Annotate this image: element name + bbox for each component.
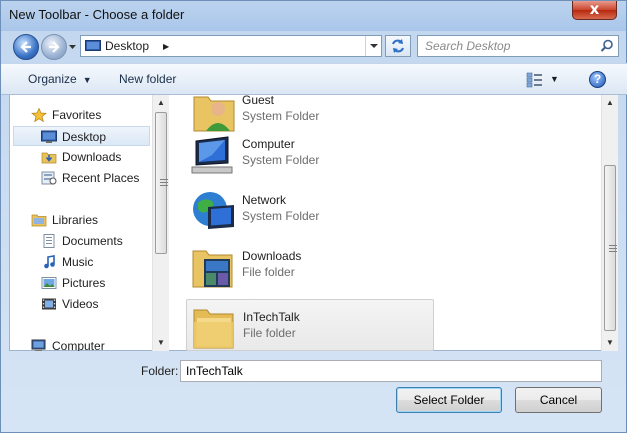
desktop-icon	[85, 40, 101, 51]
sidebar-item-label: Videos	[62, 297, 99, 311]
chevron-down-icon	[370, 44, 378, 48]
close-icon: x	[589, 0, 600, 18]
cancel-button[interactable]: Cancel	[515, 387, 602, 413]
folder-dialog: New Toolbar - Choose a folder x Desktop …	[0, 0, 627, 433]
history-dropdown-icon[interactable]	[68, 43, 77, 51]
sidebar-item-desktop[interactable]: Desktop	[13, 126, 150, 146]
pictures-icon	[41, 277, 57, 289]
sidebar-item-label: Pictures	[62, 276, 106, 290]
scroll-down-icon[interactable]: ▼	[153, 335, 169, 351]
content-area: Favorites Desktop Downloads Recent Place…	[9, 95, 618, 351]
address-text[interactable]: Desktop	[105, 39, 149, 53]
file-item-intechtalk[interactable]: InTechTalk File folder	[186, 299, 434, 351]
window-title: New Toolbar - Choose a folder	[9, 7, 185, 22]
search-icon[interactable]	[600, 39, 614, 53]
sidebar-item-label: Music	[62, 255, 94, 269]
folder-name-input[interactable]	[180, 360, 602, 382]
downloads-folder-icon	[192, 250, 233, 288]
documents-icon	[43, 234, 55, 248]
arrow-right-icon	[49, 41, 60, 53]
sidebar-item-favorites[interactable]: Favorites	[10, 105, 150, 125]
file-name: Network	[242, 193, 287, 207]
folder-label: Folder:	[141, 364, 179, 378]
chevron-down-icon: ▼	[82, 75, 92, 85]
select-folder-button[interactable]: Select Folder	[396, 387, 502, 413]
file-type: System Folder	[242, 109, 320, 123]
nav-pane-scrollbar[interactable]: ▲ ▼	[152, 95, 169, 351]
videos-icon	[42, 298, 56, 310]
refresh-button[interactable]	[385, 35, 411, 57]
arrow-left-icon	[20, 41, 31, 53]
file-item-computer[interactable]: Computer System Folder	[186, 127, 434, 179]
title-bar: New Toolbar - Choose a folder x	[1, 0, 627, 31]
organize-button[interactable]: Organize ▼	[28, 72, 92, 86]
file-list: Guest System Folder Computer System Fold…	[170, 95, 600, 351]
file-type: System Folder	[242, 209, 320, 223]
music-icon	[44, 255, 55, 269]
search-placeholder: Search Desktop	[425, 39, 511, 53]
sidebar-item-label: Recent Places	[62, 171, 140, 185]
file-list-scrollbar[interactable]: ▲ ▼	[601, 95, 618, 351]
address-bar[interactable]: Desktop ▶	[80, 35, 382, 57]
scrollbar-thumb[interactable]	[604, 165, 617, 331]
file-name: Computer	[242, 137, 295, 151]
forward-button[interactable]	[41, 34, 67, 60]
computer-icon	[31, 339, 46, 351]
sidebar-item-label: Downloads	[62, 150, 122, 164]
sidebar-item-label: Desktop	[62, 130, 107, 144]
sidebar-item-downloads[interactable]: Downloads	[10, 147, 150, 167]
file-type: File folder	[243, 326, 296, 340]
close-button[interactable]: x	[572, 0, 617, 20]
scroll-down-icon[interactable]: ▼	[602, 335, 618, 351]
help-icon[interactable]: ?	[589, 71, 606, 88]
scroll-up-icon[interactable]: ▲	[153, 95, 169, 111]
sidebar-item-label: Favorites	[52, 108, 102, 122]
sidebar-item-music[interactable]: Music	[10, 252, 150, 272]
sidebar-item-libraries[interactable]: Libraries	[10, 210, 150, 230]
network-icon	[193, 192, 234, 229]
new-folder-button[interactable]: New folder	[119, 72, 176, 86]
recent-places-icon	[41, 171, 57, 185]
desktop-icon	[41, 130, 57, 143]
file-type: File folder	[242, 265, 295, 279]
sidebar-item-label: Documents	[62, 234, 123, 248]
downloads-icon	[41, 152, 57, 164]
sidebar-item-videos[interactable]: Videos	[10, 294, 150, 314]
file-type: System Folder	[242, 153, 320, 167]
sidebar-item-label: Libraries	[52, 213, 99, 227]
file-item-downloads[interactable]: Downloads File folder	[186, 239, 434, 291]
sidebar-item-computer[interactable]: Computer	[10, 336, 150, 351]
file-name: InTechTalk	[243, 310, 300, 324]
file-item-network[interactable]: Network System Folder	[186, 183, 434, 235]
file-name: Downloads	[242, 249, 302, 263]
command-bar: Organize ▼ New folder ▼ ?	[1, 63, 627, 95]
sidebar-item-documents[interactable]: Documents	[10, 231, 150, 251]
sidebar-item-pictures[interactable]: Pictures	[10, 273, 150, 293]
sidebar-item-recent-places[interactable]: Recent Places	[10, 168, 150, 188]
back-button[interactable]	[13, 34, 39, 60]
scroll-up-icon[interactable]: ▲	[602, 95, 618, 111]
folder-icon	[193, 309, 234, 349]
computer-icon	[191, 136, 233, 174]
star-icon	[31, 108, 47, 122]
navigation-pane: Favorites Desktop Downloads Recent Place…	[10, 95, 152, 351]
view-dropdown-icon[interactable]: ▼	[550, 74, 559, 84]
change-view-icon[interactable]	[526, 72, 544, 88]
organize-label: Organize	[28, 72, 77, 86]
search-input[interactable]: Search Desktop	[417, 35, 619, 57]
file-name: Guest	[242, 95, 275, 107]
sidebar-item-label: Computer	[52, 339, 105, 351]
refresh-icon	[392, 39, 404, 53]
scrollbar-thumb[interactable]	[155, 112, 168, 254]
breadcrumb-chevron-icon[interactable]: ▶	[163, 42, 169, 51]
libraries-icon	[31, 214, 47, 227]
address-dropdown-button[interactable]	[365, 36, 382, 56]
